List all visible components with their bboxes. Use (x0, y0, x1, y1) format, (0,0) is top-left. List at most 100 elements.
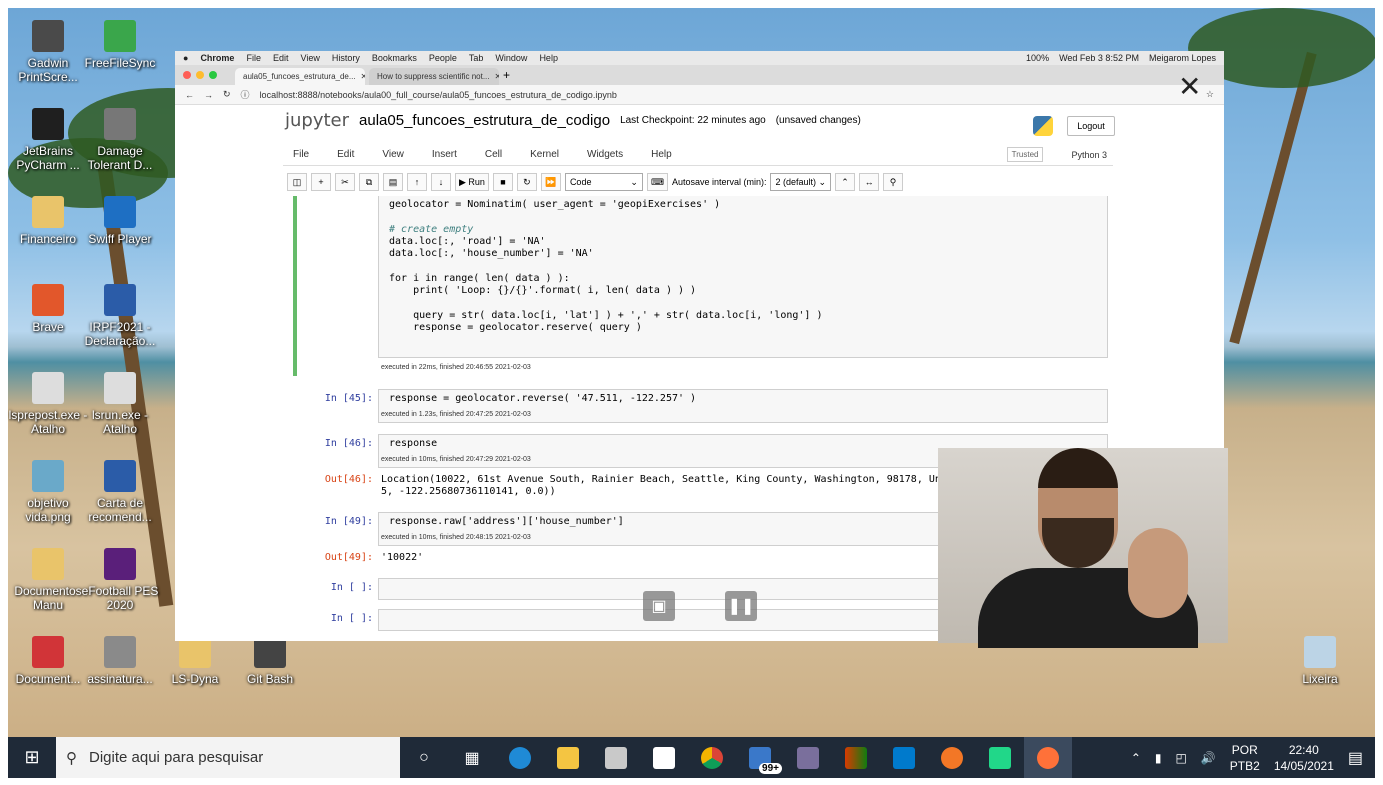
chevron-up-icon[interactable]: ⌃ (1131, 751, 1141, 765)
pause-icon[interactable]: ❚❚ (725, 591, 757, 621)
stop-icon[interactable]: ■ (492, 173, 513, 191)
menu-help[interactable]: Help (651, 149, 672, 160)
jupyter-icon[interactable] (928, 737, 976, 778)
mac-menu-file[interactable]: File (246, 53, 261, 63)
menu-insert[interactable]: Insert (432, 149, 457, 160)
desktop-icon[interactable]: Swiff Player (80, 196, 160, 246)
desktop-icon[interactable]: Brave (8, 284, 88, 334)
mail-icon[interactable]: 99+ (736, 737, 784, 778)
tab-stackoverflow[interactable]: How to suppress scientific not... ✕ (369, 68, 499, 85)
desktop-icon[interactable]: Lixeira (1280, 636, 1360, 686)
code-cell[interactable]: In [45]: response = geolocator.reverse( … (293, 389, 1108, 429)
bookmark-star-icon[interactable]: ☆ (1206, 89, 1214, 100)
url-field[interactable]: localhost:8888/notebooks/aula00_full_cou… (260, 90, 617, 100)
trusted-badge[interactable]: Trusted (1006, 147, 1044, 162)
pycharm-icon[interactable] (976, 737, 1024, 778)
mac-app-name[interactable]: Chrome (200, 53, 234, 63)
desktop-icon[interactable]: IRPF2021 - Declaração... (80, 284, 160, 348)
mac-menu-window[interactable]: Window (495, 53, 527, 63)
desktop-icon[interactable]: Document... (8, 636, 88, 686)
desktop-icon[interactable]: lsrun.exe - Atalho (80, 372, 160, 436)
mac-user[interactable]: Meigarom Lopes (1149, 53, 1216, 63)
cell-input[interactable]: geolocator = Nominatim( user_agent = 'ge… (378, 196, 1108, 358)
mac-menu-bookmarks[interactable]: Bookmarks (372, 53, 417, 63)
desktop-icon[interactable]: objetivo vida.png (8, 460, 88, 524)
file-explorer-icon[interactable] (544, 737, 592, 778)
app-icon[interactable] (784, 737, 832, 778)
cell-type-select[interactable]: Code ⌄ (564, 173, 643, 191)
mac-menu-view[interactable]: View (300, 53, 319, 63)
firefox-icon[interactable] (1024, 737, 1072, 778)
logout-button[interactable]: Logout (1067, 116, 1115, 136)
desktop-icon[interactable]: LS-Dyna (155, 636, 235, 686)
menu-view[interactable]: View (382, 149, 404, 160)
desktop-icon[interactable]: Gadwin PrintScre... (8, 20, 88, 84)
jupyter-logo[interactable]: jupyter (285, 110, 349, 131)
close-overlay-icon[interactable]: ✕ (1178, 70, 1201, 103)
mac-menu-edit[interactable]: Edit (273, 53, 289, 63)
new-tab-icon[interactable]: + (503, 68, 510, 82)
desktop-icon[interactable]: Git Bash (230, 636, 310, 686)
store-icon[interactable] (640, 737, 688, 778)
edge-icon[interactable] (496, 737, 544, 778)
desktop-icon[interactable]: eFootball PES 2020 (80, 548, 160, 612)
cortana-icon[interactable]: ○ (400, 737, 448, 778)
menu-cell[interactable]: Cell (485, 149, 502, 160)
close-tab-icon[interactable]: ✕ (361, 72, 365, 81)
expand-icon[interactable]: ↔ (859, 173, 880, 191)
files-icon[interactable] (592, 737, 640, 778)
copy-icon[interactable]: ⧉ (359, 173, 379, 191)
move-up-icon[interactable]: ↑ (407, 173, 427, 191)
mac-menu-help[interactable]: Help (539, 53, 558, 63)
close-tab-icon[interactable]: ✕ (495, 72, 500, 81)
tab-notebook[interactable]: aula05_funcoes_estrutura_de... ✕ (235, 68, 365, 85)
picture-in-picture-icon[interactable]: ▣ (643, 591, 675, 621)
wifi-icon[interactable]: ◰ (1176, 751, 1187, 765)
back-icon[interactable]: ← (185, 90, 194, 100)
chrome-icon[interactable] (688, 737, 736, 778)
mac-menu-people[interactable]: People (429, 53, 457, 63)
paste-icon[interactable]: ▤ (383, 173, 403, 191)
notification-icon[interactable]: ▤ (1348, 748, 1363, 768)
run-button[interactable]: ▶ Run (455, 173, 489, 191)
collapse-up-icon[interactable]: ⌃ (835, 173, 856, 191)
clock[interactable]: 22:40 14/05/2021 (1274, 742, 1334, 774)
minimize-window-icon[interactable] (196, 71, 204, 79)
forward-icon[interactable]: → (204, 90, 213, 100)
desktop-icon[interactable]: Carta de recomend... (80, 460, 160, 524)
windows-start-icon[interactable]: ⊞ (8, 737, 56, 778)
desktop-icon[interactable]: Damage Tolerant D... (80, 108, 160, 172)
menu-file[interactable]: File (293, 149, 309, 160)
mac-menu-history[interactable]: History (332, 53, 360, 63)
desktop-icon[interactable]: Documentos Manu (8, 548, 88, 612)
volume-icon[interactable]: 🔊 (1201, 751, 1216, 765)
save-icon[interactable]: ◫ (287, 173, 307, 191)
menu-edit[interactable]: Edit (337, 149, 354, 160)
desktop-icon[interactable]: FreeFileSync (80, 20, 160, 70)
desktop-icon[interactable]: lsprepost.exe - Atalho (8, 372, 88, 436)
taskbar-search[interactable]: ⚲ Digite aqui para pesquisar (56, 737, 400, 778)
desktop-icon[interactable]: assinatura... (80, 636, 160, 686)
menu-widgets[interactable]: Widgets (587, 149, 623, 160)
language-indicator[interactable]: POR PTB2 (1230, 742, 1260, 774)
apple-icon[interactable]: ● (183, 53, 188, 63)
code-cell[interactable]: geolocator = Nominatim( user_agent = 'ge… (293, 196, 1108, 376)
move-down-icon[interactable]: ↓ (431, 173, 451, 191)
menu-kernel[interactable]: Kernel (530, 149, 559, 160)
reload-icon[interactable]: ↻ (223, 89, 231, 100)
pin-icon[interactable]: ⚲ (883, 173, 904, 191)
mac-menu-tab[interactable]: Tab (469, 53, 484, 63)
notebook-name[interactable]: aula05_funcoes_estrutura_de_codigo (359, 112, 610, 129)
office-icon[interactable] (832, 737, 880, 778)
autosave-select[interactable]: 2 (default) ⌄ (770, 173, 832, 191)
desktop-icon[interactable]: Financeiro (8, 196, 88, 246)
cut-icon[interactable]: ✂ (335, 173, 355, 191)
restart-icon[interactable]: ↻ (516, 173, 537, 191)
keyboard-icon[interactable]: ⌨ (646, 173, 668, 191)
vscode-icon[interactable] (880, 737, 928, 778)
desktop-icon[interactable]: JetBrains PyCharm ... (8, 108, 88, 172)
close-window-icon[interactable] (183, 71, 191, 79)
add-cell-icon[interactable]: + (311, 173, 331, 191)
task-view-icon[interactable]: ▦ (448, 737, 496, 778)
kernel-name[interactable]: Python 3 (1071, 150, 1107, 160)
